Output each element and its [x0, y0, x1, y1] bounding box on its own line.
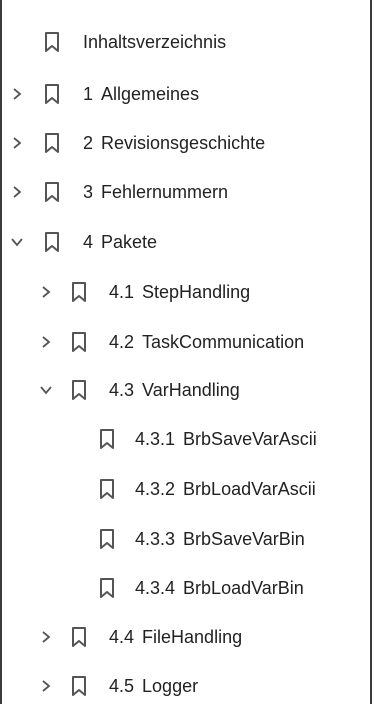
bookmark-item-brbloadvarbin[interactable]: 4.3.4 BrbLoadVarBin	[2, 568, 370, 608]
bookmark-item-brbsavevarascii[interactable]: 4.3.1 BrbSaveVarAscii	[2, 419, 370, 459]
bookmark-label: 4.3 VarHandling	[109, 380, 240, 400]
bookmark-label: 4.3.3 BrbSaveVarBin	[135, 529, 305, 549]
chevron-right-icon[interactable]	[10, 185, 24, 199]
bookmark-item-fehlernummern[interactable]: 3 Fehlernummern	[2, 172, 370, 212]
bookmark-label: 4.3.4 BrbLoadVarBin	[135, 578, 304, 598]
chevron-right-icon[interactable]	[39, 679, 53, 693]
bookmark-label: 4.5 Logger	[109, 676, 199, 696]
chevron-right-icon[interactable]	[39, 285, 53, 299]
bookmark-item-brbloadvarascii[interactable]: 4.3.2 BrbLoadVarAscii	[2, 469, 370, 509]
bookmark-label: 4.2 TaskCommunication	[109, 332, 305, 352]
bookmark-icon	[44, 231, 60, 253]
chevron-right-icon[interactable]	[10, 87, 24, 101]
bookmark-icon	[71, 379, 87, 401]
bookmark-icon	[44, 132, 60, 154]
bookmark-icon	[71, 626, 87, 648]
bookmark-icon	[99, 528, 115, 550]
bookmark-label: 4.1 StepHandling	[109, 282, 251, 302]
bookmarks-panel: Inhaltsverzeichnis 1 Allgemeines 2 Revisio…	[0, 0, 372, 704]
bookmark-label: 4.3.2 BrbLoadVarAscii	[135, 479, 316, 499]
chevron-right-icon[interactable]	[39, 630, 53, 644]
chevron-right-icon[interactable]	[39, 335, 53, 349]
bookmark-icon	[99, 428, 115, 450]
bookmark-icon	[71, 331, 87, 353]
bookmark-item-filehandling[interactable]: 4.4 FileHandling	[2, 617, 370, 657]
bookmark-icon	[99, 478, 115, 500]
bookmark-item-taskcommunication[interactable]: 4.2 TaskCommunication	[2, 322, 370, 362]
bookmark-icon	[44, 83, 60, 105]
bookmark-icon	[71, 281, 87, 303]
bookmark-item-varhandling[interactable]: 4.3 VarHandling	[2, 370, 370, 410]
bookmark-label: Inhaltsverzeichnis	[83, 32, 227, 52]
chevron-down-icon[interactable]	[39, 383, 53, 397]
bookmark-icon	[44, 181, 60, 203]
bookmark-item-inhaltsverzeichnis[interactable]: Inhaltsverzeichnis	[2, 22, 370, 62]
bookmark-icon	[44, 31, 60, 53]
bookmark-label: 4 Pakete	[83, 232, 158, 252]
chevron-right-icon[interactable]	[10, 136, 24, 150]
bookmark-label: 4.4 FileHandling	[109, 627, 243, 647]
bookmark-item-logger[interactable]: 4.5 Logger	[2, 666, 370, 704]
bookmark-label: 1 Allgemeines	[83, 84, 200, 104]
bookmark-item-stephandling[interactable]: 4.1 StepHandling	[2, 272, 370, 312]
bookmark-item-pakete[interactable]: 4 Pakete	[2, 222, 370, 262]
bookmark-label: 4.3.1 BrbSaveVarAscii	[135, 429, 317, 449]
chevron-down-icon[interactable]	[10, 235, 24, 249]
bookmark-item-brbsavevarbin[interactable]: 4.3.3 BrbSaveVarBin	[2, 519, 370, 559]
bookmark-icon	[99, 577, 115, 599]
bookmark-label: 3 Fehlernummern	[83, 182, 229, 202]
bookmark-item-revisionsgeschichte[interactable]: 2 Revisionsgeschichte	[2, 123, 370, 163]
bookmark-label: 2 Revisionsgeschichte	[83, 133, 266, 153]
bookmark-item-allgemeines[interactable]: 1 Allgemeines	[2, 74, 370, 114]
bookmark-icon	[71, 675, 87, 697]
